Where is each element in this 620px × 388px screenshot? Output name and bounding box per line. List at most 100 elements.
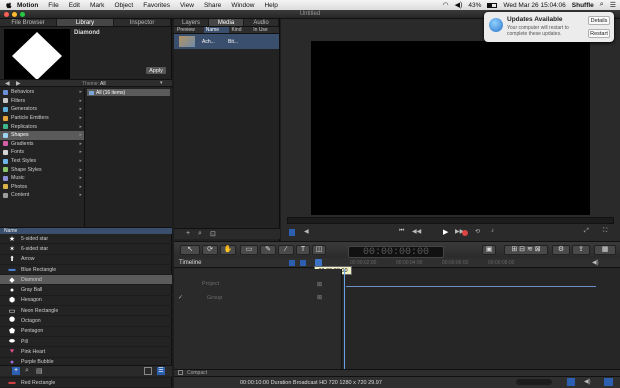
- list-header-name[interactable]: Name: [0, 227, 172, 234]
- battery-icon[interactable]: [487, 2, 498, 8]
- step-back-icon[interactable]: ◀◀: [412, 228, 421, 235]
- subfolder-item[interactable]: All (16 items): [87, 89, 170, 96]
- tab-media[interactable]: Media: [209, 19, 244, 26]
- layer-group-options-icon[interactable]: ⊠: [317, 294, 322, 301]
- pen-tool-icon[interactable]: ✎: [260, 245, 276, 255]
- theme-select[interactable]: All: [100, 81, 106, 87]
- audio-toggle-icon[interactable]: ◀): [592, 259, 599, 266]
- wifi-icon[interactable]: ◠: [443, 1, 449, 9]
- apple-icon[interactable]: [5, 1, 13, 9]
- add-object-menu-icon[interactable]: ⊞ ⊟ ≋ ⊠: [504, 245, 548, 255]
- shape-list-item[interactable]: ● Gray Ball: [0, 285, 172, 296]
- menu-clock[interactable]: Wed Mar 26 15:04:06: [503, 2, 565, 9]
- category-item[interactable]: Fonts ▸: [0, 148, 84, 157]
- category-item[interactable]: Text Styles ▸: [0, 157, 84, 166]
- shape-list-item[interactable]: ⬟ Pentagon: [0, 327, 172, 337]
- menu-window[interactable]: Window: [226, 2, 259, 9]
- shape-list-item[interactable]: ★ 5-sided star: [0, 234, 172, 245]
- battery-percent[interactable]: 43%: [468, 2, 481, 9]
- canvas-mini-timeline[interactable]: [287, 217, 614, 224]
- fullscreen-icon[interactable]: ⛶: [603, 228, 607, 235]
- tab-inspector[interactable]: Inspector: [114, 19, 171, 26]
- audio-icon[interactable]: ♪: [491, 228, 494, 234]
- shape-list-item[interactable]: ⬢ Hexagon: [0, 296, 172, 307]
- menu-file[interactable]: File: [43, 2, 63, 9]
- transform-tool-icon[interactable]: ⟳: [202, 245, 218, 255]
- view-option-icon[interactable]: [567, 378, 575, 386]
- list-view-icon[interactable]: ☰: [157, 367, 165, 375]
- timecode-display[interactable]: 00:00:00:00: [348, 246, 444, 258]
- menu-object[interactable]: Object: [109, 2, 138, 9]
- category-item[interactable]: Music ▸: [0, 174, 84, 183]
- shape-list-item[interactable]: ◆ Diamond: [0, 275, 172, 286]
- menu-app-name[interactable]: Motion: [13, 2, 43, 9]
- record-icon[interactable]: [462, 230, 468, 236]
- shape-list-item[interactable]: ⯃ Octagon: [0, 316, 172, 327]
- shape-list-item[interactable]: ▭ Neon Rectangle: [0, 306, 172, 317]
- paint-tool-icon[interactable]: ⁄: [278, 245, 294, 255]
- mark-in-icon[interactable]: [289, 229, 295, 236]
- details-button[interactable]: Details: [588, 16, 610, 25]
- col-name[interactable]: Name: [203, 27, 230, 33]
- group-track-bar[interactable]: [346, 286, 596, 287]
- volume-icon[interactable]: ◀): [455, 1, 463, 9]
- col-preview[interactable]: Preview: [174, 27, 204, 33]
- tab-file-browser[interactable]: File Browser: [0, 19, 57, 26]
- layer-checkbox-icon[interactable]: ✓: [178, 294, 183, 301]
- prev-mark-icon[interactable]: ◀: [304, 228, 309, 235]
- add-media-icon[interactable]: +: [186, 230, 190, 237]
- menu-mark[interactable]: Mark: [85, 2, 109, 9]
- shape-list-item[interactable]: ⬬ Pill: [0, 337, 172, 348]
- media-row[interactable]: Ach... Bit...: [174, 34, 279, 49]
- shape-list-item[interactable]: ⬆ Arrow: [0, 255, 172, 265]
- restart-button[interactable]: Restart: [588, 29, 610, 38]
- forward-arrow-icon[interactable]: ▶: [16, 80, 21, 87]
- category-item[interactable]: Content ▸: [0, 191, 84, 200]
- make-clone-icon[interactable]: ▣: [482, 245, 496, 255]
- timeline-filter-icon[interactable]: [300, 260, 306, 266]
- shape-list-item[interactable]: ♥ Pink Heart: [0, 347, 172, 358]
- apply-button[interactable]: Apply: [145, 66, 167, 75]
- shape-list-item[interactable]: ✶ 6-sided star: [0, 244, 172, 255]
- layer-project-label[interactable]: Project: [202, 281, 219, 287]
- play-icon[interactable]: ▶: [443, 228, 448, 236]
- canvas-viewer[interactable]: [311, 41, 590, 215]
- category-item[interactable]: Generators ▸: [0, 105, 84, 114]
- zoom-slider[interactable]: [516, 379, 552, 385]
- add-icon[interactable]: +: [12, 367, 20, 375]
- search-icon[interactable]: ⌕: [25, 367, 29, 375]
- menu-share[interactable]: Share: [199, 2, 226, 9]
- layer-project-options-icon[interactable]: ⊠: [317, 281, 322, 288]
- pan-tool-icon[interactable]: ✋: [220, 245, 236, 255]
- back-arrow-icon[interactable]: ◀: [5, 80, 10, 87]
- category-item[interactable]: Filters ▸: [0, 97, 84, 106]
- share-icon[interactable]: ⇪: [572, 245, 590, 255]
- category-item[interactable]: Behaviors ▸: [0, 88, 84, 97]
- mask-tool-icon[interactable]: ◫: [312, 245, 326, 255]
- col-kind[interactable]: Kind: [229, 27, 251, 33]
- col-in-use[interactable]: In Use: [251, 27, 279, 33]
- category-item[interactable]: Photos ▸: [0, 183, 84, 192]
- tab-library[interactable]: Library: [57, 19, 114, 26]
- expand-icon[interactable]: ⤢: [584, 228, 589, 235]
- search-media-icon[interactable]: ⌕: [198, 230, 202, 238]
- shape-tool-icon[interactable]: ▭: [240, 245, 258, 255]
- menu-user[interactable]: Shuffle: [572, 2, 594, 9]
- category-item[interactable]: Replicators ▸: [0, 122, 84, 131]
- tab-layers[interactable]: Layers: [174, 19, 209, 26]
- settings-icon[interactable]: ⚙: [552, 245, 570, 255]
- grid-view-icon[interactable]: ▦: [594, 245, 616, 255]
- panel-toggle-icon[interactable]: [604, 378, 613, 386]
- menu-favorites[interactable]: Favorites: [138, 2, 175, 9]
- tab-audio[interactable]: Audio: [244, 19, 279, 26]
- category-item[interactable]: Shape Styles ▸: [0, 165, 84, 174]
- shape-list-item[interactable]: ▬ Red Rectangle: [0, 378, 172, 388]
- shape-list-item[interactable]: ▬ Blue Rectangle: [0, 265, 172, 276]
- category-item[interactable]: Gradients ▸: [0, 140, 84, 149]
- select-tool-icon[interactable]: ↖: [180, 245, 200, 255]
- menu-edit[interactable]: Edit: [64, 2, 85, 9]
- notification-center-icon[interactable]: ☰: [610, 1, 616, 9]
- layer-group-label[interactable]: Group: [207, 295, 222, 301]
- timeline-toggle-icon[interactable]: [289, 260, 295, 266]
- compact-toggle-icon[interactable]: [178, 370, 183, 375]
